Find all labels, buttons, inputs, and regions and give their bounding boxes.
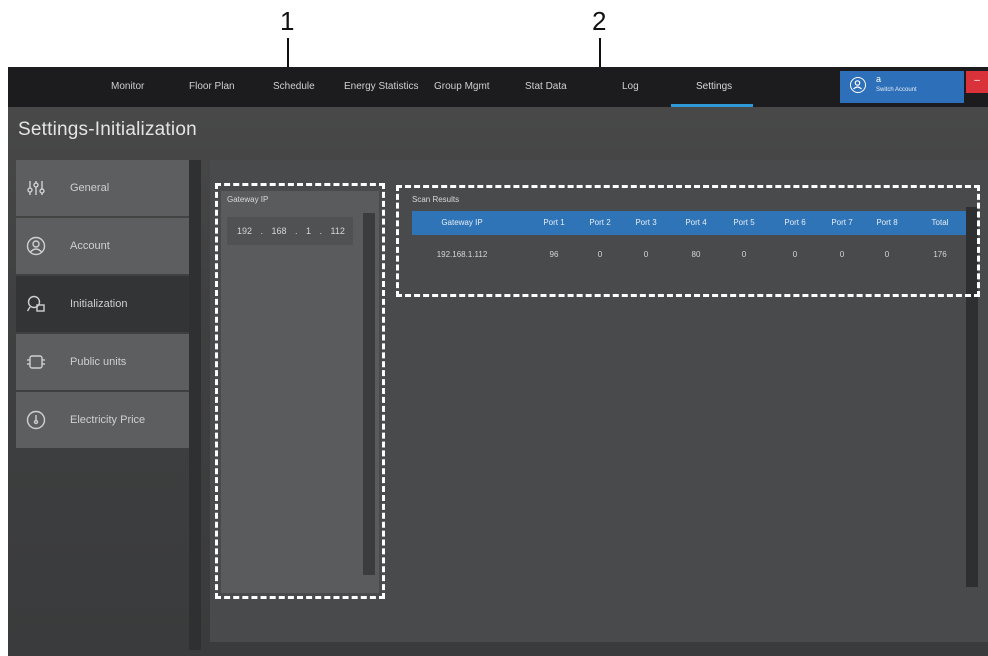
search-device-icon <box>26 295 45 312</box>
account-name: a <box>876 74 882 84</box>
account-switcher[interactable]: a Switch Account <box>840 71 964 103</box>
user-circle-icon <box>850 77 866 93</box>
nav-schedule[interactable]: Schedule <box>273 67 315 107</box>
callout-2: 2 <box>592 6 607 36</box>
annotation-box-2 <box>396 185 980 297</box>
sidebar-item-general[interactable]: General <box>16 160 190 216</box>
sliders-icon <box>27 181 45 195</box>
sidebar-item-label: Account <box>70 240 110 252</box>
sidebar-item-label: Initialization <box>70 298 128 310</box>
sidebar-item-electricity-price[interactable]: Electricity Price <box>16 392 190 448</box>
sidebar-item-initialization[interactable]: Initialization <box>16 276 190 332</box>
sidebar-item-label: Public units <box>70 356 127 368</box>
page-title: Settings-Initialization <box>18 119 197 140</box>
nav-group-mgmt[interactable]: Group Mgmt <box>434 67 490 107</box>
sidebar-item-public-units[interactable]: Public units <box>16 334 190 390</box>
sidebar-item-label: Electricity Price <box>70 414 146 426</box>
top-navigation-bar: Monitor Floor Plan Schedule Energy Stati… <box>8 67 988 107</box>
annotation-box-1 <box>215 183 385 599</box>
close-button[interactable]: – <box>966 71 988 93</box>
nav-settings[interactable]: Settings <box>696 67 732 107</box>
device-unit-icon <box>27 355 45 369</box>
nav-energy-statistics[interactable]: Energy Statistics <box>344 67 418 107</box>
nav-stat-data[interactable]: Stat Data <box>525 67 567 107</box>
nav-log[interactable]: Log <box>622 67 639 107</box>
app-window: Monitor Floor Plan Schedule Energy Stati… <box>8 67 988 656</box>
user-circle-icon <box>26 236 46 256</box>
meter-icon <box>26 410 46 430</box>
nav-monitor[interactable]: Monitor <box>111 67 144 107</box>
sidebar-item-account[interactable]: Account <box>16 218 190 274</box>
nav-floor-plan[interactable]: Floor Plan <box>189 67 235 107</box>
switch-account-label: Switch Account <box>876 87 917 93</box>
callout-1: 1 <box>280 6 295 36</box>
nav-active-indicator <box>671 104 753 107</box>
sidebar-item-label: General <box>70 182 110 194</box>
sidebar-scrollbar[interactable] <box>189 160 201 650</box>
